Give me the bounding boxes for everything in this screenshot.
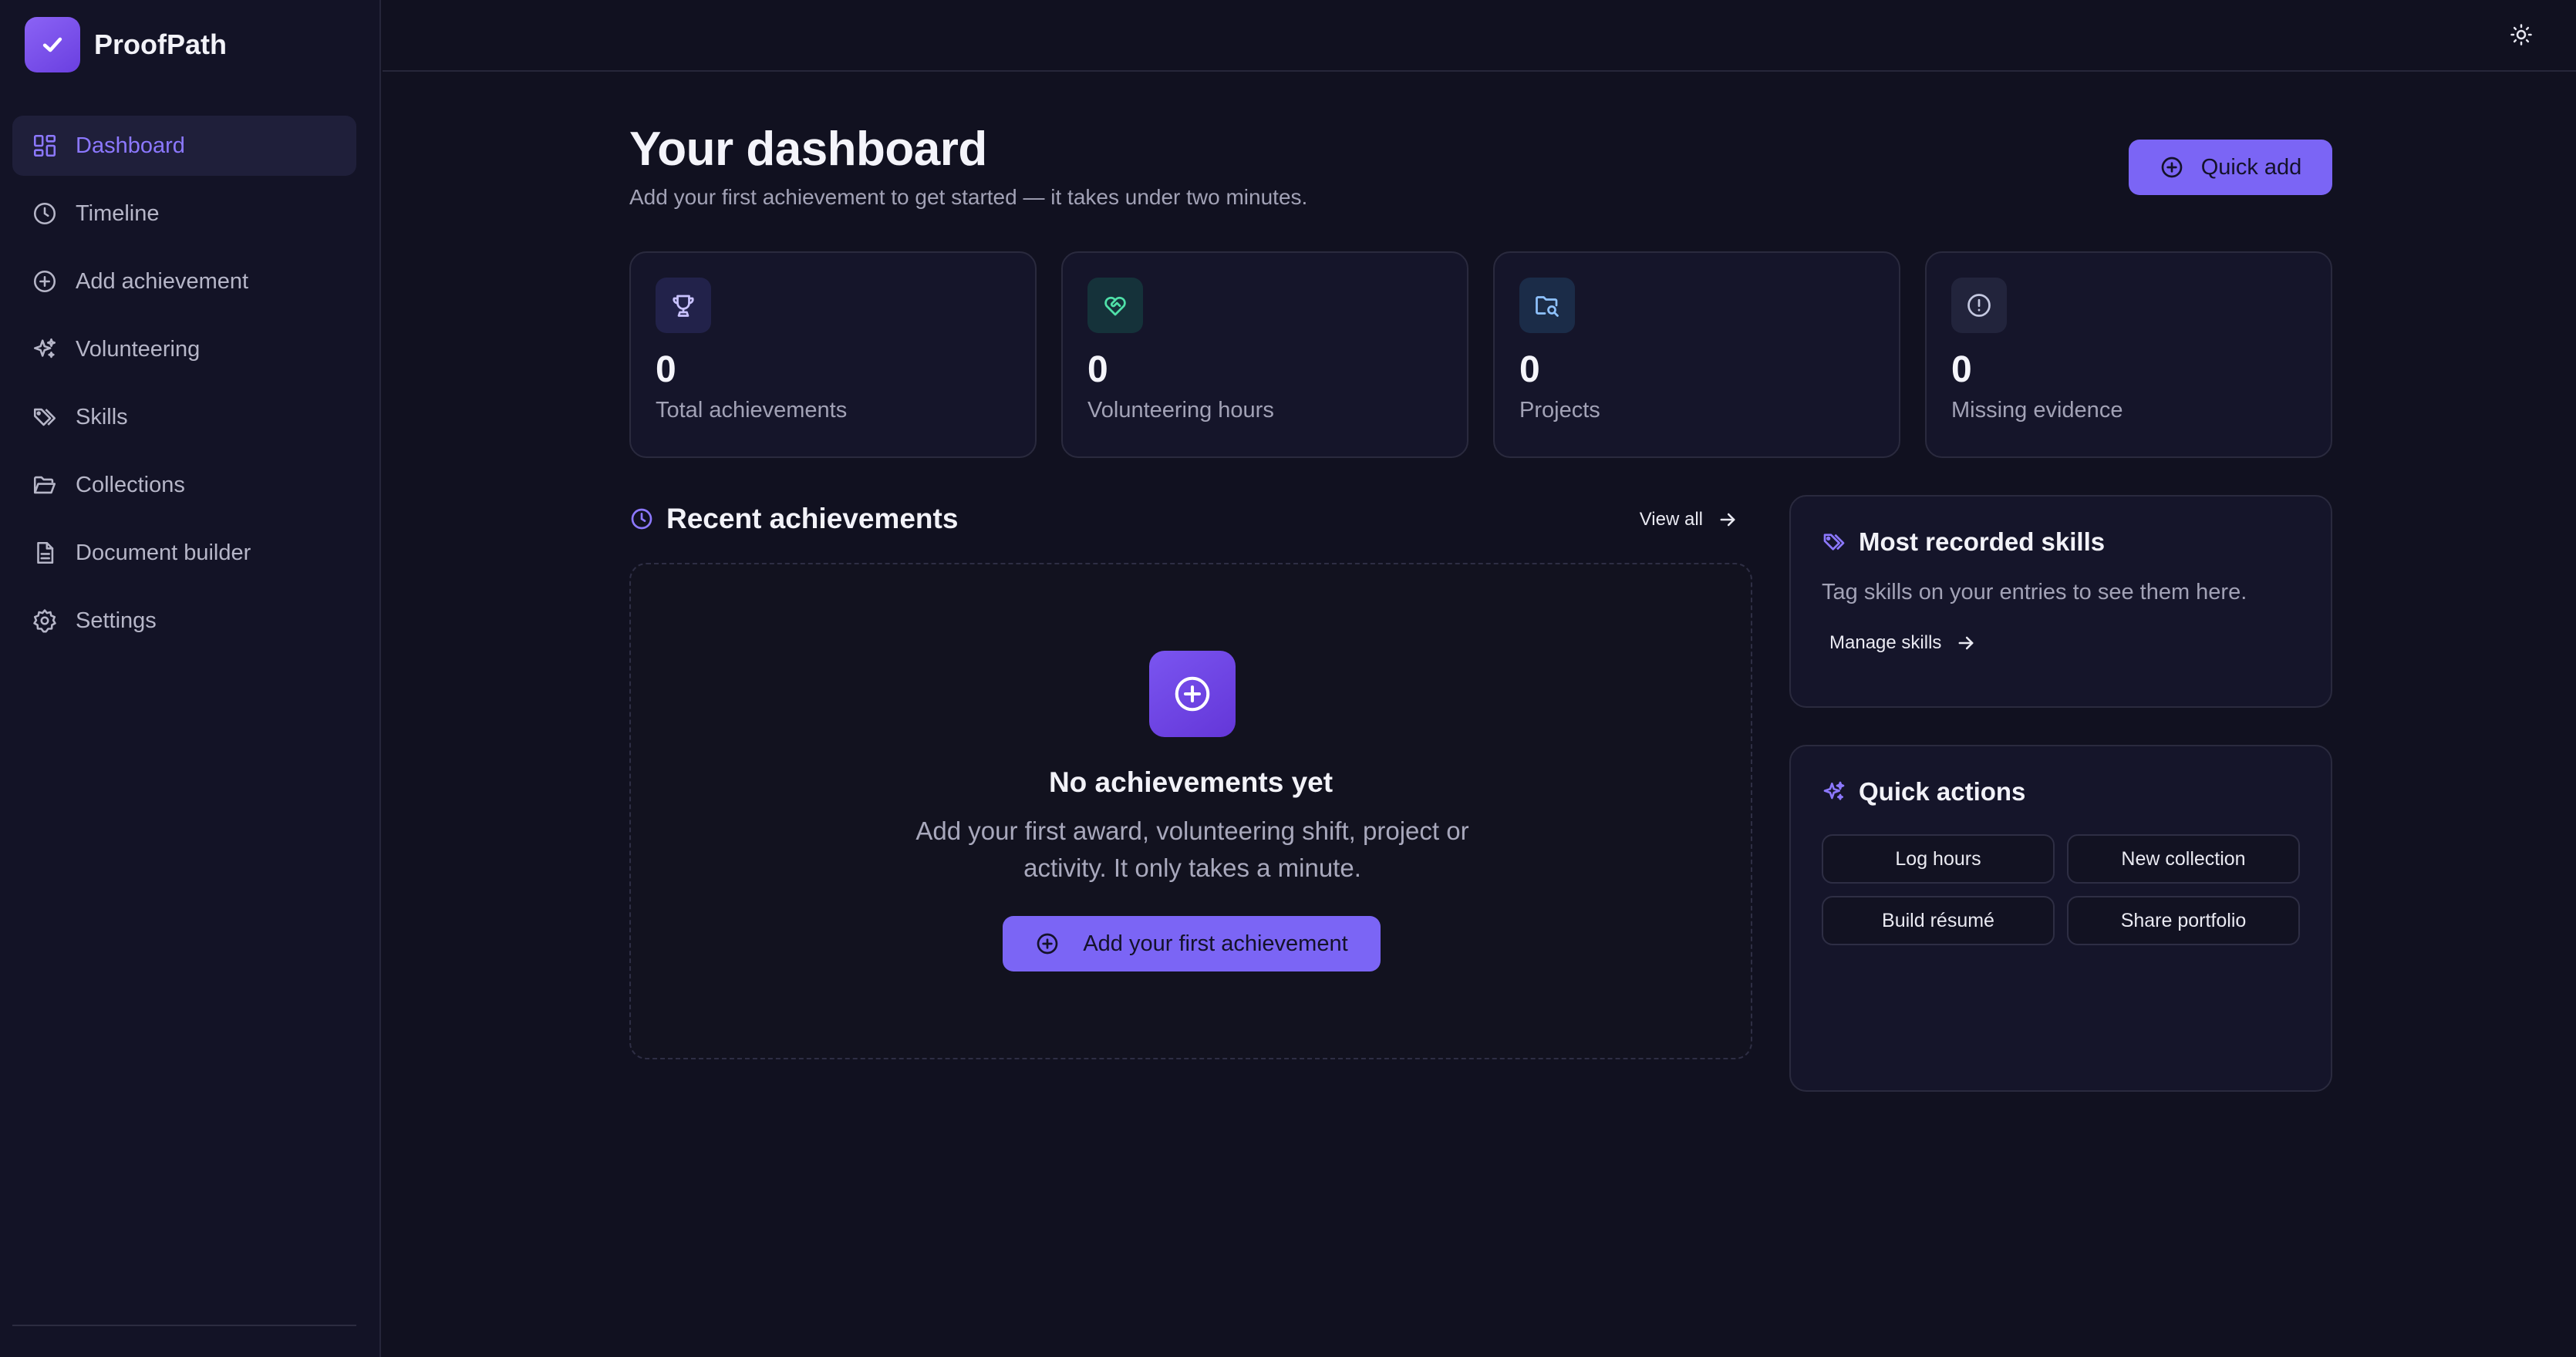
stats-row: 0 Total achievements 0 Volunteering hour… [629,251,2332,458]
empty-state-description: Add your first award, volunteering shift… [915,817,1469,882]
stat-value: 0 [656,349,676,390]
sparkles-icon [29,334,60,365]
alert-circle-icon [1951,278,2007,333]
tags-icon [1822,530,1846,554]
brand[interactable]: ProofPath [25,17,227,72]
panel-title: Quick actions [1859,777,2026,806]
folder-open-icon [29,470,60,500]
build-resume-button[interactable]: Build résumé [1822,896,2055,945]
sidebar-divider [12,1325,356,1326]
manage-skills-link[interactable]: Manage skills [1829,632,1977,654]
view-all-link[interactable]: View all [1640,509,1738,530]
log-hours-button[interactable]: Log hours [1822,834,2055,884]
clock-icon [29,198,60,229]
arrow-right-icon [1717,509,1738,530]
stat-card-missing-evidence: 0 Missing evidence [1925,251,2332,458]
sidebar-item-label: Document builder [76,540,251,565]
stat-label: Projects [1519,398,1600,423]
gear-icon [29,605,60,636]
sparkles-icon [1822,780,1846,804]
empty-state-card: No achievements yet Add your first award… [629,563,1752,1059]
stat-label: Total achievements [656,398,848,423]
topbar [383,0,2576,72]
quick-add-button[interactable]: Quick add [2129,140,2332,195]
stat-card-volunteering-hours: 0 Volunteering hours [1061,251,1468,458]
quick-actions-panel: Quick actions Log hours New collection B… [1789,745,2332,1092]
share-portfolio-button[interactable]: Share portfolio [2067,896,2300,945]
sidebar-item-label: Volunteering [76,336,201,362]
stat-card-projects: 0 Projects [1493,251,1900,458]
folder-search-icon [1519,278,1575,333]
stat-label: Volunteering hours [1087,398,1274,423]
tags-icon [29,402,60,433]
trophy-icon [656,278,711,333]
quick-actions-grid: Log hours New collection Build résumé Sh… [1822,834,2300,945]
plus-circle-icon [1035,931,1060,956]
sidebar-item-label: Skills [76,404,128,429]
sidebar: ProofPath Dashboard Timeline Add achieve… [0,0,381,1357]
sidebar-item-label: Add achievement [76,268,249,294]
sidebar-item-collections[interactable]: Collections [12,455,356,515]
stat-value: 0 [1951,349,1972,390]
sidebar-nav: Dashboard Timeline Add achievement Volun… [12,116,356,658]
most-recorded-skills-panel: Most recorded skills Tag skills on your … [1789,495,2332,708]
plus-circle-icon [29,266,60,297]
clock-icon [629,507,654,531]
sidebar-item-volunteering[interactable]: Volunteering [12,319,356,379]
sidebar-item-settings[interactable]: Settings [12,591,356,651]
recent-achievements-title: Recent achievements [666,503,959,534]
sidebar-item-skills[interactable]: Skills [12,387,356,447]
stat-label: Missing evidence [1951,398,2123,423]
sidebar-item-label: Settings [76,608,157,633]
document-icon [29,537,60,568]
arrow-right-icon [1955,632,1977,654]
heart-handshake-icon [1087,278,1143,333]
page-title: Your dashboard [629,123,987,176]
sidebar-item-document-builder[interactable]: Document builder [12,523,356,583]
recent-title-wrap: Recent achievements [629,503,958,535]
sidebar-item-add-achievement[interactable]: Add achievement [12,251,356,311]
new-collection-button[interactable]: New collection [2067,834,2300,884]
empty-state-title: No achievements yet [1048,766,1334,798]
quick-add-label: Quick add [2200,154,2302,180]
add-first-achievement-button[interactable]: Add your first achievement [1003,916,1381,971]
recent-achievements-header: Recent achievements View all [629,503,1752,541]
app-name: ProofPath [94,29,228,60]
stat-card-total-achievements: 0 Total achievements [629,251,1037,458]
plus-circle-icon [2160,155,2184,180]
skills-description: Tag skills on your entries to see them h… [1822,580,2247,604]
view-all-label: View all [1639,509,1703,530]
dashboard-grid-icon [29,130,60,161]
theme-toggle-button[interactable] [2502,15,2541,54]
sidebar-item-label: Timeline [76,200,160,226]
panel-header: Most recorded skills [1822,527,2105,557]
page-subtitle: Add your first achievement to get starte… [629,185,1308,209]
checkmark-logo-icon [25,17,80,72]
sidebar-item-timeline[interactable]: Timeline [12,184,356,244]
panel-title: Most recorded skills [1859,527,2106,556]
sidebar-item-label: Collections [76,472,185,497]
panel-header: Quick actions [1822,777,2025,806]
sun-icon [2510,23,2533,46]
stat-value: 0 [1519,349,1540,390]
add-first-achievement-label: Add your first achievement [1083,931,1348,956]
sidebar-item-label: Dashboard [76,133,185,158]
stat-value: 0 [1087,349,1108,390]
plus-circle-icon [1149,651,1236,737]
manage-skills-label: Manage skills [1829,632,1942,653]
sidebar-item-dashboard[interactable]: Dashboard [12,116,356,176]
